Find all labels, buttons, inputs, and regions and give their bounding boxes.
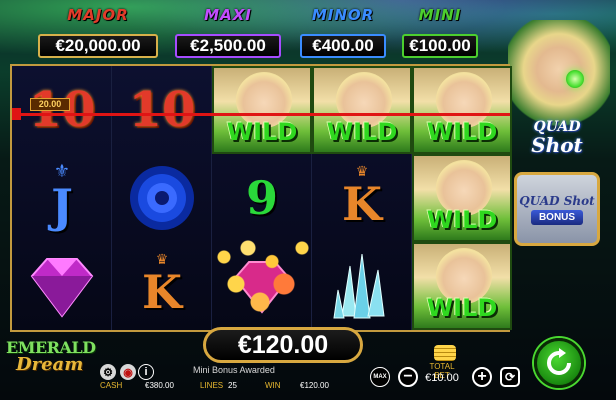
emerald-orb-icon [566, 70, 584, 88]
coin-stack-icon [434, 345, 456, 361]
symbol-k: K [142, 265, 182, 319]
reel-2-cell-3: ♛ K [112, 242, 212, 330]
game-logo: EMERALD Dream [6, 338, 102, 378]
payline-marker [12, 108, 21, 120]
jackpot-maxi-value: €2,500.00 [175, 34, 281, 58]
jackpot-minor-label: MINOR [311, 6, 375, 24]
symbol-ten: 10 [128, 82, 196, 138]
crystal-icon [333, 253, 385, 319]
bonus-message: Mini Bonus Awarded [193, 365, 275, 375]
crown-icon: ♛ [355, 163, 369, 179]
symbol-nine: 9 [245, 171, 278, 225]
jackpot-mini-value: €100.00 [402, 34, 478, 58]
autoplay-button[interactable]: ⟳ [500, 367, 520, 387]
total-bet-value: €10.00 [425, 372, 459, 384]
jackpot-mini: MINI €100.00 [402, 6, 478, 62]
game-logo-line2: Dream [16, 354, 84, 375]
reel-5-cell-2: WILD [412, 154, 512, 242]
jackpot-major: MAJOR €20,000.00 [38, 6, 158, 62]
reel-5-cell-3: WILD [412, 242, 512, 330]
pink-diamond-icon [30, 258, 94, 318]
lines-label: LINES [200, 381, 224, 390]
wild-label: WILD [426, 206, 498, 234]
jackpot-minor-value: €400.00 [300, 34, 386, 58]
win-value: €120.00 [300, 381, 329, 390]
settings-icon[interactable]: ⚙ [100, 364, 116, 380]
reel-4: WILD ♛ K [312, 66, 412, 330]
fleur-de-lis-icon: ⚜ [53, 161, 71, 181]
cash-value: €380.00 [145, 381, 174, 390]
reel-3-cell-1: WILD [212, 66, 312, 154]
symbol-k: K [342, 177, 382, 231]
symbol-j: J [51, 179, 73, 233]
quad-shot-bonus-label: BONUS [530, 209, 584, 225]
reel-4-cell-2: ♛ K [312, 154, 412, 242]
payline-win-amount: 20.00 [30, 98, 70, 111]
jackpot-maxi: MAXI €2,500.00 [175, 6, 281, 62]
decrease-bet-button[interactable]: − [398, 367, 418, 387]
reel-2-cell-2 [112, 154, 212, 242]
jackpot-mini-label: MINI [418, 6, 462, 24]
jackpot-major-label: MAJOR [67, 6, 129, 24]
quad-shot-bonus-button[interactable]: QUAD Shot BONUS [514, 172, 600, 246]
jackpot-major-value: €20,000.00 [38, 34, 158, 58]
win-amount-display: €120.00 [203, 327, 363, 363]
spin-button[interactable] [534, 338, 584, 388]
reel-2-cell-1: 10 [112, 66, 212, 154]
increase-bet-button[interactable]: + [472, 367, 492, 387]
reel-1-cell-2: ⚜ J [12, 154, 112, 242]
jackpot-maxi-label: MAXI [204, 6, 252, 24]
reel-1-cell-3 [12, 242, 112, 330]
quad-shot-logo-line2: Shot [531, 133, 583, 157]
reel-4-cell-1: WILD [312, 66, 412, 154]
sound-icon[interactable]: ◉ [120, 364, 136, 380]
quad-shot-logo: QUAD Shot [512, 118, 602, 164]
spin-arrow-icon [547, 348, 571, 375]
blue-rose-icon [130, 166, 194, 230]
reel-2: 10 ♛ K [112, 66, 212, 330]
lines-value: 25 [228, 381, 237, 390]
crown-icon: ♛ [155, 251, 169, 267]
reel-3-cell-2: 9 [212, 154, 312, 242]
reel-5: WILD WILD WILD [412, 66, 512, 330]
max-bet-button[interactable]: MAX [370, 367, 390, 387]
reel-5-cell-1: WILD [412, 66, 512, 154]
wild-label: WILD [426, 294, 498, 322]
max-bet-label: MAX [373, 374, 387, 380]
quad-shot-bonus-title: QUAD Shot [519, 193, 595, 208]
gold-coins-burst [200, 230, 320, 320]
wild-label: WILD [326, 118, 398, 146]
emerald-lady-character [508, 20, 610, 130]
info-icon[interactable]: i [138, 364, 154, 380]
reel-4-cell-3 [312, 242, 412, 330]
jackpot-minor: MINOR €400.00 [300, 6, 386, 62]
wild-label: WILD [226, 118, 298, 146]
win-label: WIN [265, 381, 281, 390]
wild-label: WILD [426, 118, 498, 146]
cash-label: CASH [100, 381, 123, 390]
payline [12, 113, 510, 116]
